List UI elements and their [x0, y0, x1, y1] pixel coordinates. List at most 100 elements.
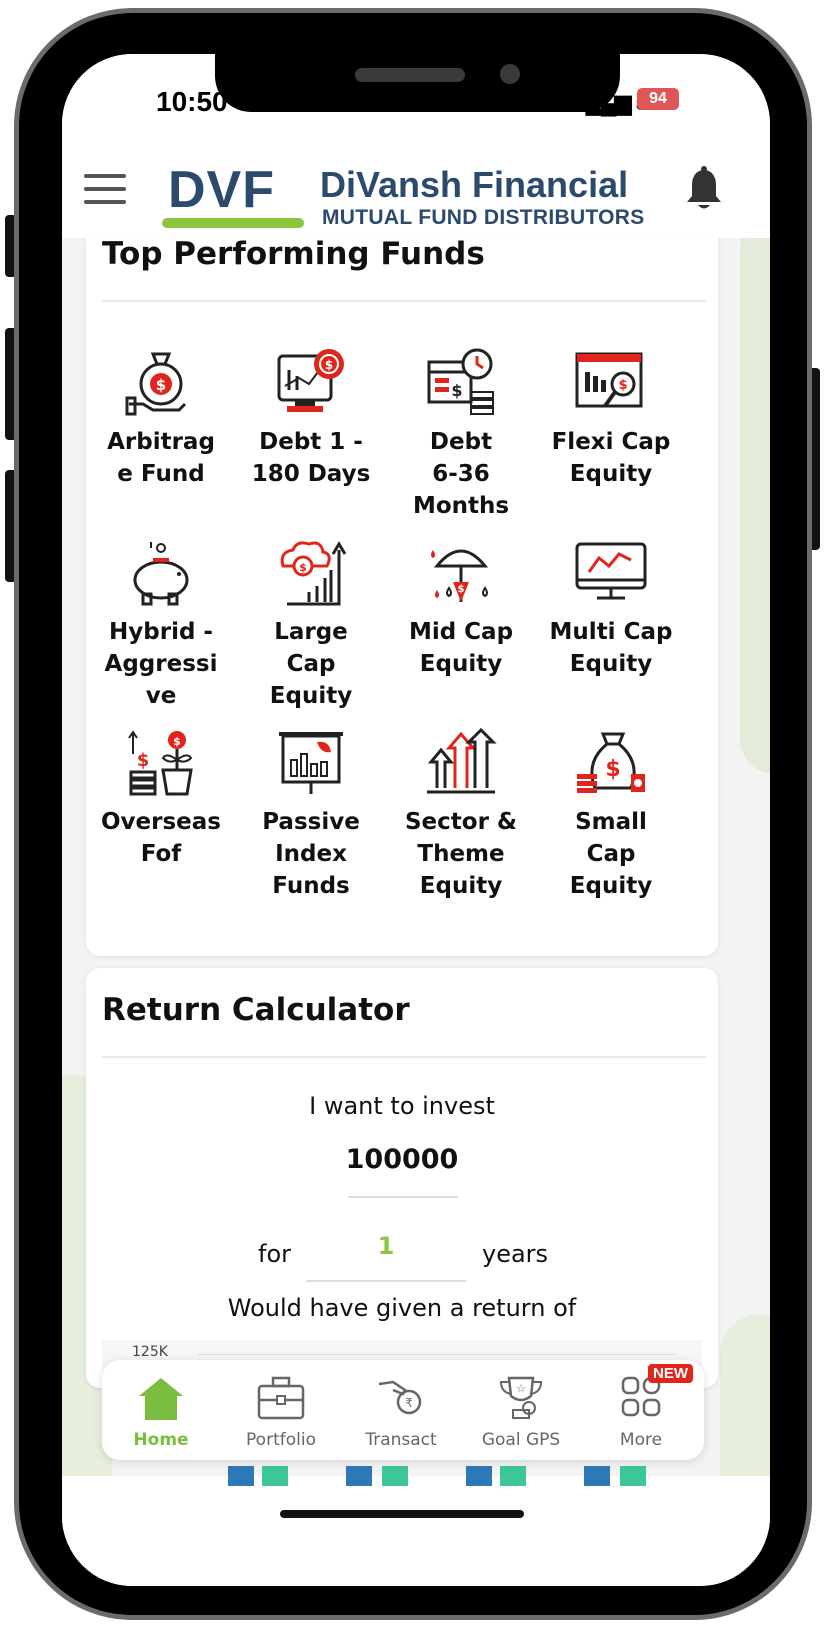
fund-label-line: Sector & [404, 809, 517, 835]
chart-bar [346, 1466, 372, 1486]
fund-item-debt-1-180[interactable]: $ Debt 1 - 180 Days [236, 346, 386, 490]
browser-chart-magnifier-icon: $ [575, 352, 643, 408]
svg-text:$: $ [156, 376, 166, 394]
trophy-target-icon: ☆ [499, 1376, 543, 1419]
result-label: Would have given a return of [227, 1294, 577, 1322]
years-input[interactable]: 1 [306, 1232, 466, 1260]
hand-coin-icon: ₹ [378, 1380, 422, 1415]
fund-item-mid-cap[interactable]: $ Mid Cap Equity [386, 536, 536, 680]
fund-label-line: Index [275, 841, 347, 867]
nav-label: Transact [365, 1430, 437, 1450]
fund-label-line: Multi Cap [549, 619, 673, 645]
cloud-growth-chart-icon: $ [280, 541, 347, 606]
nav-label: Home [133, 1430, 189, 1450]
fund-label-line: Fof [140, 841, 182, 867]
fund-label-line: Theme [417, 841, 505, 867]
chart-bar [620, 1466, 646, 1486]
fund-label-line: Equity [269, 683, 353, 709]
years-label: years [482, 1240, 549, 1268]
umbrella-money-icon: $ [431, 549, 489, 602]
chart-bar [382, 1466, 408, 1486]
chart-gridline [198, 1354, 676, 1355]
fund-label-line: Large [274, 619, 348, 645]
fund-item-sector-theme[interactable]: Sector & Theme Equity [386, 726, 536, 902]
status-time: 10:50 [156, 86, 228, 117]
monitor-chart-coin-icon: $ [277, 349, 344, 412]
nav-label: Portfolio [246, 1430, 316, 1450]
fund-label-line: Small [575, 809, 647, 835]
nav-more[interactable]: More [586, 1374, 696, 1450]
fund-label-line: Cap [286, 651, 336, 677]
phone-speaker [355, 68, 465, 82]
money-bag-coins-icon: $ [577, 732, 645, 793]
fund-item-arbitrage[interactable]: $ Arbitrag e Fund [86, 346, 236, 490]
fund-item-debt-6-36[interactable]: $ Debt 6-36 Months [386, 346, 536, 522]
background-shape [740, 214, 770, 774]
presentation-board-icon [279, 732, 343, 794]
fund-label-line: Passive [262, 809, 360, 835]
fund-label-line: Cap [586, 841, 636, 867]
divider [102, 1056, 706, 1058]
chart-bar [466, 1466, 492, 1486]
logo-monogram: DVF [168, 161, 275, 219]
fund-label-line: Hybrid - [109, 619, 213, 645]
return-calculator-card: Return Calculator I want to invest 10000… [86, 968, 718, 1388]
app-header: DVF DiVansh Financial MUTUAL FUND DISTRI… [62, 154, 770, 238]
coins-plant-icon: $ $ [128, 730, 193, 796]
chart-bar [500, 1466, 526, 1486]
svg-text:$: $ [605, 757, 620, 782]
app-screen: 10:50 ▂▄▆ 5G 94 DVF DiVansh Financial MU… [62, 54, 770, 1586]
fund-item-overseas-fof[interactable]: $ $ Overseas Fof [86, 726, 236, 870]
fund-label-line: Equity [569, 461, 653, 487]
top-funds-title: Top Performing Funds [102, 236, 485, 272]
fund-label-line: Equity [569, 651, 653, 677]
briefcase-icon [257, 1376, 305, 1420]
fund-label-line: ve [145, 683, 177, 709]
growth-arrows-icon [427, 727, 497, 794]
fund-label-line: Equity [419, 651, 503, 677]
fund-item-large-cap[interactable]: $ Large Cap Equity [236, 536, 386, 712]
nav-home[interactable]: Home [106, 1374, 216, 1450]
fund-label-line: Months [412, 493, 510, 519]
fund-label-line: e Fund [117, 461, 205, 487]
home-icon [139, 1378, 183, 1420]
brand-logo[interactable]: DVF DiVansh Financial MUTUAL FUND DISTRI… [162, 161, 660, 230]
nav-portfolio[interactable]: Portfolio [226, 1374, 336, 1450]
svg-text:$: $ [325, 358, 333, 372]
nav-transact[interactable]: ₹ Transact [346, 1374, 456, 1450]
fund-label-line: Flexi Cap [551, 429, 671, 455]
years-underline [306, 1280, 466, 1282]
calculator-title: Return Calculator [102, 992, 410, 1028]
svg-text:$: $ [451, 381, 462, 400]
nav-goal-gps[interactable]: ☆ Goal GPS [466, 1374, 576, 1450]
investment-amount-input[interactable]: 100000 [86, 1144, 718, 1175]
fund-label-line: 6-36 [432, 461, 490, 487]
fund-label-line: Aggressi [104, 651, 218, 677]
battery-icon: 94 [637, 88, 679, 110]
top-funds-card: Top Performing Funds $ Arbitrag e Fund $… [86, 236, 718, 956]
fund-item-passive-index[interactable]: Passive Index Funds [236, 726, 386, 902]
fund-item-small-cap[interactable]: $ Small Cap Equity [536, 726, 686, 902]
bottom-nav-bar: Home Portfolio ₹ Transact ☆ Goal GPS Mor… [102, 1360, 704, 1460]
phone-notch [215, 54, 620, 112]
fund-label-line: Overseas [101, 809, 221, 835]
chart-axis-tick: 125K [132, 1344, 168, 1360]
fund-label-line: Debt 1 - [259, 429, 363, 455]
hamburger-menu-icon[interactable] [84, 174, 126, 204]
svg-text:$: $ [173, 735, 181, 748]
brand-tagline: MUTUAL FUND DISTRIBUTORS [322, 206, 645, 229]
new-badge: NEW [648, 1364, 693, 1383]
bottom-area [62, 1476, 770, 1586]
svg-text:$: $ [458, 584, 465, 595]
svg-text:$: $ [299, 561, 307, 574]
fund-item-hybrid-aggressive[interactable]: Hybrid - Aggressi ve [86, 536, 236, 712]
fund-label-line: Equity [569, 873, 653, 899]
fund-label-line: Arbitrag [107, 429, 215, 455]
svg-text:$: $ [618, 378, 627, 393]
fund-label-line: Debt [429, 429, 493, 455]
chart-bar [262, 1466, 288, 1486]
fund-item-multi-cap[interactable]: Multi Cap Equity [536, 536, 686, 680]
notification-bell-icon[interactable] [684, 166, 724, 214]
home-indicator [280, 1510, 524, 1518]
fund-item-flexi-cap[interactable]: $ Flexi Cap Equity [536, 346, 686, 490]
